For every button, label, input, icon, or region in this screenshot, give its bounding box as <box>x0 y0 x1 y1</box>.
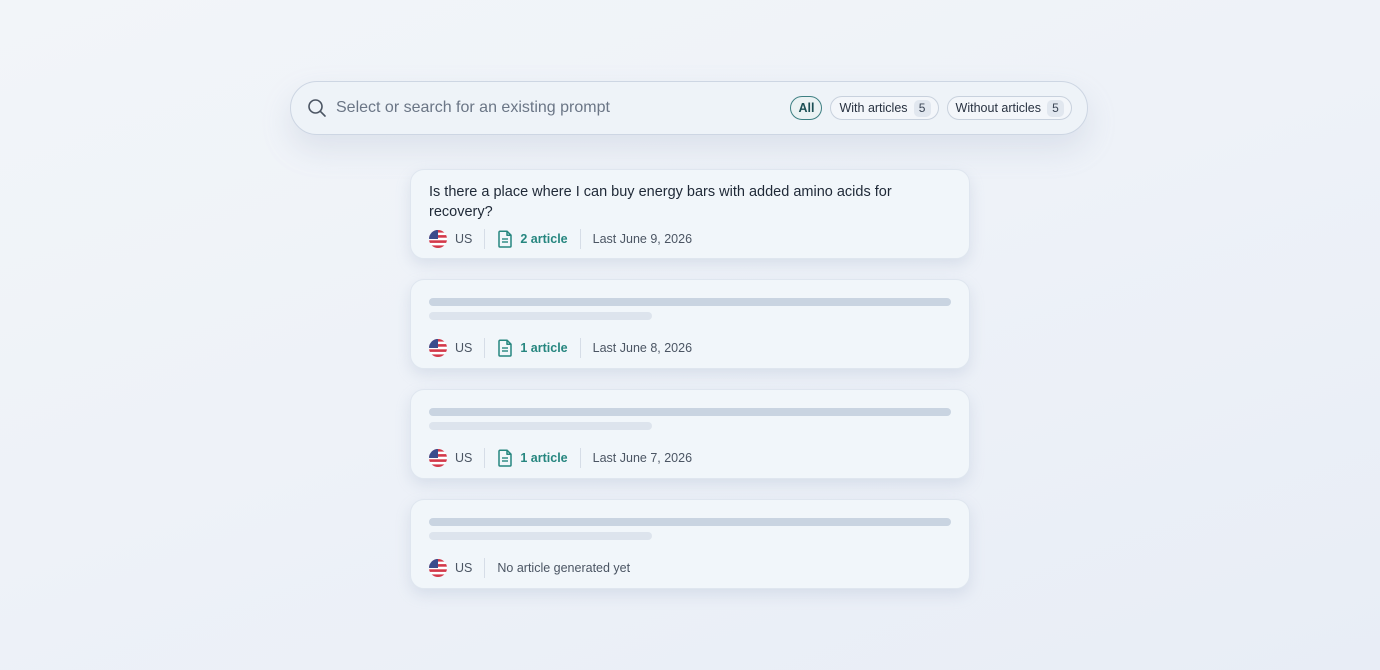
last-date: Last June 7, 2026 <box>592 451 693 465</box>
prompt-card[interactable]: Is there a place where I can buy energy … <box>410 169 970 259</box>
document-icon <box>498 449 513 467</box>
title-skeleton-line-short <box>429 422 652 430</box>
prompt-meta: US 1 article Last June 7, 2026 <box>429 448 692 468</box>
prompt-title: Is there a place where I can buy energy … <box>429 184 892 220</box>
prompt-card[interactable]: US 1 article Last June 8, 2026 <box>410 279 970 369</box>
title-skeleton-line <box>429 518 951 526</box>
divider <box>484 448 486 468</box>
prompt-country: US <box>455 451 473 465</box>
title-skeleton-line <box>429 408 951 416</box>
us-flag-icon <box>429 449 447 467</box>
divider <box>579 448 581 468</box>
filter-without-articles-label: Without articles <box>955 101 1041 115</box>
article-count-link[interactable]: 2 article <box>520 232 567 246</box>
prompt-meta: US No article generated yet <box>429 558 630 578</box>
divider <box>484 229 486 249</box>
prompt-meta: US 1 article Last June 8, 2026 <box>429 338 692 358</box>
document-icon <box>498 339 513 357</box>
filter-with-articles-chip[interactable]: With articles 5 <box>830 96 939 120</box>
filter-with-articles-label: With articles <box>839 101 908 115</box>
divider <box>579 229 581 249</box>
title-skeleton-line <box>429 298 951 306</box>
divider <box>484 338 486 358</box>
title-skeleton-line-short <box>429 312 652 320</box>
search-icon <box>308 99 326 117</box>
article-count-link[interactable]: 1 article <box>520 451 567 465</box>
prompt-search-bar[interactable]: All With articles 5 Without articles 5 <box>290 81 1088 135</box>
prompt-card[interactable]: US No article generated yet <box>410 499 970 589</box>
last-date: Last June 8, 2026 <box>592 341 693 355</box>
title-skeleton-line-short <box>429 532 652 540</box>
prompt-country: US <box>455 561 473 575</box>
filter-all-chip[interactable]: All <box>790 96 823 120</box>
filter-without-articles-chip[interactable]: Without articles 5 <box>946 96 1072 120</box>
search-input[interactable] <box>336 93 791 123</box>
article-count-link[interactable]: 1 article <box>520 341 567 355</box>
filter-without-articles-count: 5 <box>1047 99 1064 117</box>
us-flag-icon <box>429 339 447 357</box>
prompt-meta: US 2 article Last June 9, 2026 <box>429 229 692 249</box>
prompt-list: Is there a place where I can buy energy … <box>410 169 970 609</box>
us-flag-icon <box>429 230 447 248</box>
prompt-country: US <box>455 232 473 246</box>
divider <box>484 558 486 578</box>
prompt-card[interactable]: US 1 article Last June 7, 2026 <box>410 389 970 479</box>
filter-chips: All With articles 5 Without articles 5 <box>790 96 1072 120</box>
us-flag-icon <box>429 559 447 577</box>
filter-with-articles-count: 5 <box>913 99 931 117</box>
last-date: Last June 9, 2026 <box>592 232 693 246</box>
divider <box>579 338 581 358</box>
document-icon <box>498 230 513 248</box>
filter-all-label: All <box>798 101 815 115</box>
no-article-status: No article generated yet <box>497 561 631 575</box>
prompt-country: US <box>455 341 473 355</box>
